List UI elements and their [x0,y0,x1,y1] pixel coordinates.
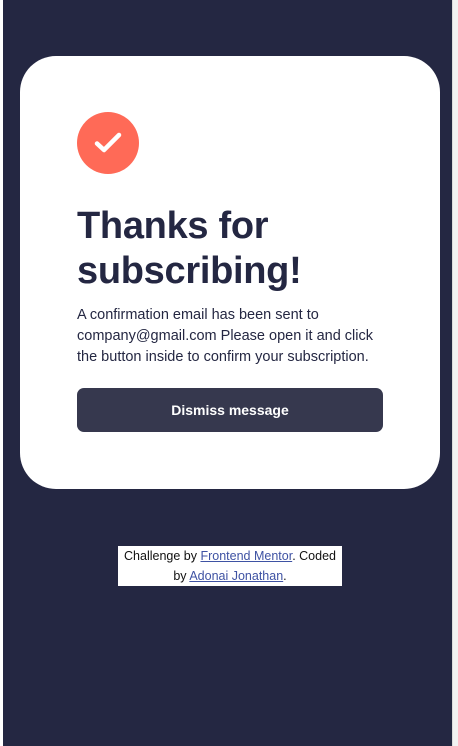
success-card: Thanks for subscribing! A confirmation e… [20,56,440,489]
author-link[interactable]: Adonai Jonathan [189,569,283,583]
attribution-suffix: . [283,569,287,583]
page-background: Thanks for subscribing! A confirmation e… [3,0,452,746]
attribution: Challenge by Frontend Mentor. Coded by A… [118,546,342,586]
attribution-prefix: Challenge by [124,549,201,563]
window-edge [452,0,458,746]
page-title: Thanks for subscribing! [77,205,302,292]
check-icon [77,112,139,174]
confirmation-message: A confirmation email has been sent to co… [77,307,373,365]
dismiss-message-button[interactable]: Dismiss message [77,388,383,432]
frontend-mentor-link[interactable]: Frontend Mentor [200,549,292,563]
